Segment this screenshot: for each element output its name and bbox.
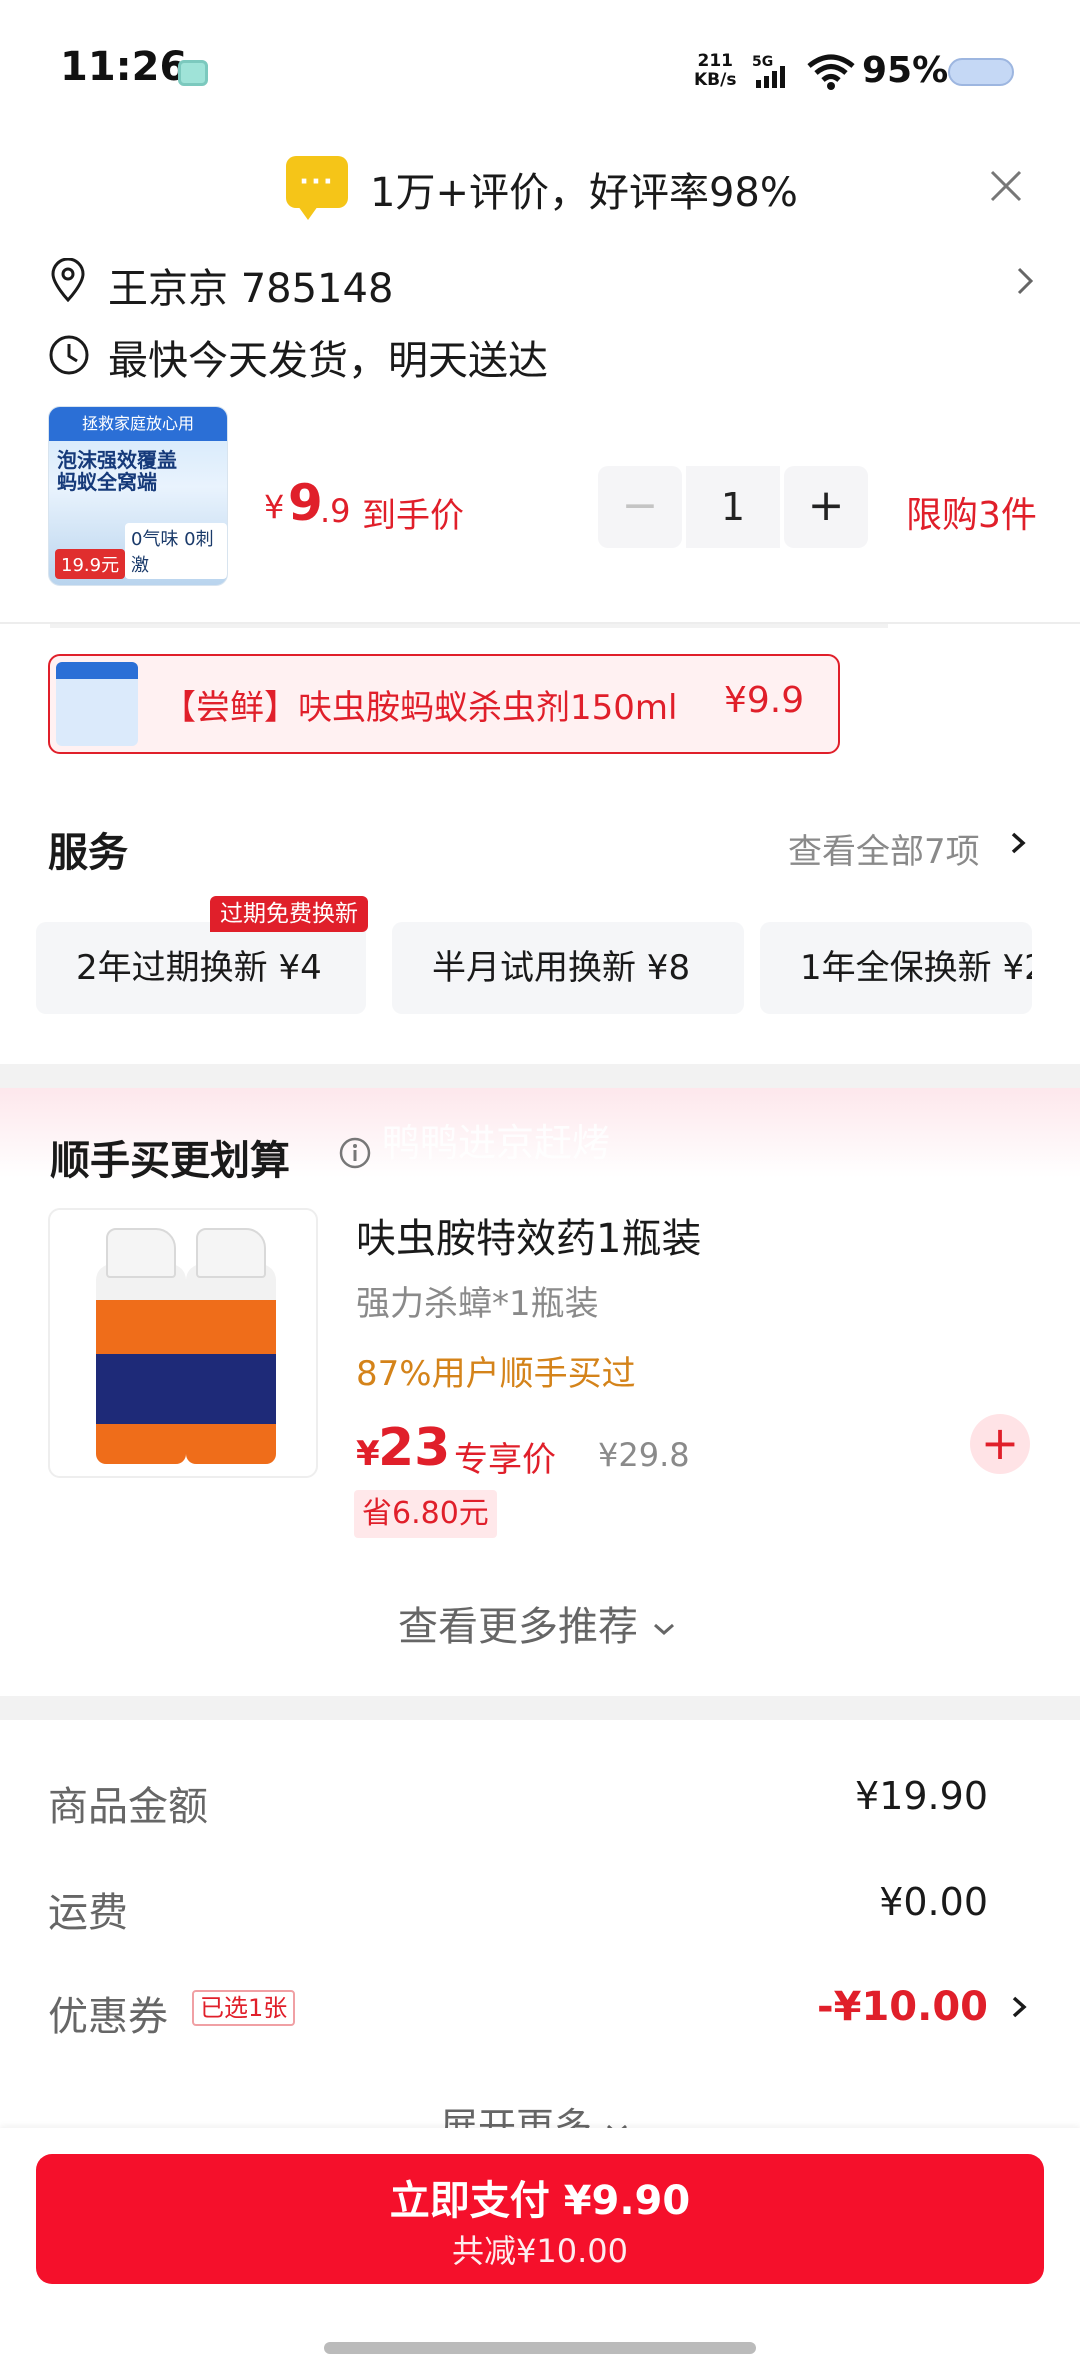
section-separator [0, 1696, 1080, 1720]
status-time: 11:26 [60, 44, 188, 90]
purchase-limit: 限购3件 [906, 495, 1037, 536]
goods-amount-value: ¥19.90 [855, 1774, 988, 1818]
service-option-2year[interactable]: 2年过期换新 ¥4 [36, 922, 366, 1014]
battery-icon [948, 58, 1014, 86]
network-speed-unit: KB/s [694, 70, 737, 90]
sku-label: 【尝鲜】呋虫胺蚂蚁杀虫剂150ml [162, 688, 678, 728]
see-more-label: 查看更多推荐 [398, 1604, 638, 1650]
close-icon[interactable] [986, 166, 1026, 206]
services-view-all[interactable]: 查看全部7项 [788, 824, 980, 873]
service-option-1year[interactable]: 1年全保换新 ¥2 [760, 922, 1032, 1014]
recommended-product-image[interactable] [48, 1208, 318, 1478]
wifi-icon [807, 54, 855, 90]
app-notification-icon [178, 60, 208, 86]
divider [50, 624, 888, 628]
thumb-price-tag: 19.9元 [55, 549, 126, 579]
quantity-decrease-button[interactable]: − [598, 466, 682, 548]
location-pin-icon [51, 258, 85, 302]
spray-cap [196, 1228, 266, 1278]
home-indicator[interactable] [324, 2342, 756, 2354]
pay-now-button[interactable]: 立即支付 ¥9.90 共减¥10.00 [36, 2154, 1044, 2284]
quantity-stepper: − 1 + [598, 466, 868, 548]
review-summary: 1万+评价，好评率98% [370, 170, 798, 216]
recommended-product-popularity: 87%用户顺手买过 [356, 1354, 636, 1394]
recommended-product-spec: 强力杀蟑*1瓶装 [356, 1284, 599, 1324]
shipping-value: ¥0.00 [879, 1880, 988, 1924]
chevron-right-icon[interactable] [1008, 1990, 1030, 2024]
price-currency: ¥ [264, 488, 285, 526]
bottle-image [186, 1264, 276, 1464]
pay-now-label: 立即支付 ¥9.90 [389, 2178, 691, 2224]
section-separator [0, 1064, 1080, 1088]
network-speed: 211 KB/s [694, 52, 736, 90]
chevron-right-icon[interactable] [1010, 264, 1040, 298]
coupon-discount-value[interactable]: -¥10.00 [817, 1984, 988, 2030]
network-speed-value: 211 [697, 51, 733, 71]
coupon-selected-tag: 已选1张 [192, 1990, 296, 2026]
recommended-product-name[interactable]: 呋虫胺特效药1瓶装 [356, 1206, 701, 1264]
price-decimal: .9 [320, 492, 351, 530]
network-type: 5G [752, 54, 773, 70]
services-title: 服务 [48, 830, 128, 876]
shipping-label: 运费 [48, 1890, 128, 1936]
cellular-signal-icon: 5G [752, 54, 785, 88]
add-to-order-button[interactable]: + [970, 1414, 1030, 1474]
recommended-price-currency: ¥ [356, 1434, 380, 1474]
delivery-address[interactable]: 王京京 785148 [108, 256, 393, 314]
service-badge: 过期免费换新 [210, 896, 368, 932]
chat-bubble-icon: ··· [286, 156, 348, 220]
watermark-text: 鸭鸭进京赶烤 [382, 1121, 611, 1165]
price-integer: 9 [288, 474, 323, 532]
divider [0, 622, 1080, 624]
goods-amount-label: 商品金额 [48, 1784, 208, 1830]
chevron-right-icon[interactable] [1006, 826, 1030, 860]
price-label: 到手价 [362, 496, 464, 536]
quantity-value[interactable]: 1 [686, 466, 780, 548]
info-icon[interactable] [338, 1136, 372, 1170]
thumb-banner: 拯救家庭放心用 [49, 407, 227, 441]
bottle-image [96, 1264, 186, 1464]
coupon-label: 优惠券 [48, 1994, 168, 2040]
recommendation-title: 顺手买更划算 [50, 1138, 290, 1184]
spray-cap [106, 1228, 176, 1278]
thumb-headline: 泡沫强效覆盖 蚂蚁全窝端 [57, 448, 177, 494]
savings-badge: 省6.80元 [354, 1490, 497, 1538]
chevron-down-icon [653, 1623, 674, 1636]
recommended-original-price: ¥29.8 [598, 1436, 690, 1474]
see-more-recommendations[interactable]: 查看更多推荐 [398, 1594, 677, 1652]
thumb-feature-tag: 0气味 0刺激 [125, 523, 227, 579]
service-option-trial[interactable]: 半月试用换新 ¥8 [392, 922, 744, 1014]
quantity-increase-button[interactable]: + [784, 466, 868, 548]
sku-thumbnail [56, 662, 138, 746]
clock-icon [49, 335, 89, 375]
battery-percent: 95% [862, 50, 949, 91]
recommended-price: 23 [378, 1418, 451, 1478]
delivery-estimate: 最快今天发货，明天送达 [108, 338, 548, 384]
recommended-price-label: 专享价 [454, 1440, 556, 1480]
total-discount-label: 共减¥10.00 [452, 2232, 628, 2270]
sku-price: ¥9.9 [724, 680, 805, 721]
product-thumbnail[interactable]: 拯救家庭放心用 泡沫强效覆盖 蚂蚁全窝端 19.9元 0气味 0刺激 [48, 406, 228, 586]
